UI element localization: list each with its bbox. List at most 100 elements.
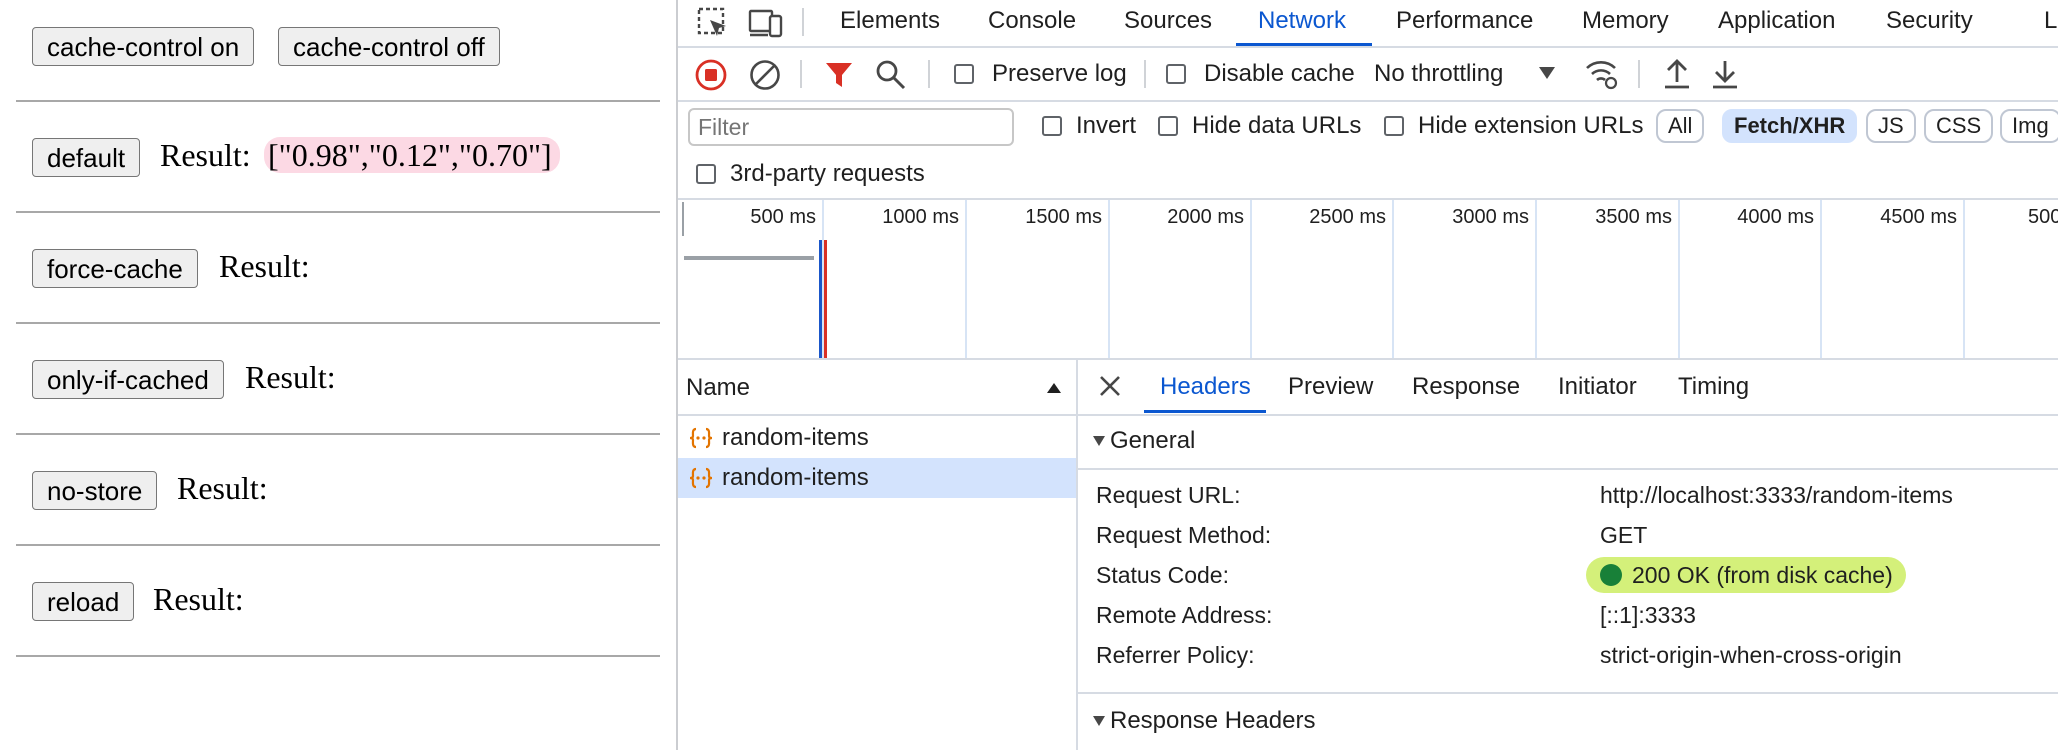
active-tab-indicator — [1144, 410, 1266, 413]
status-ok-dot-icon — [1600, 564, 1622, 586]
invert-label: Invert — [1076, 112, 1137, 139]
result-label: Result: — [245, 359, 336, 395]
divider — [16, 544, 660, 546]
tab-overflow[interactable]: L — [2044, 6, 2057, 36]
third-party-requests-label: 3rd-party requests — [730, 160, 925, 187]
request-row-selected[interactable]: random-items — [678, 458, 1076, 498]
hide-extension-urls-checkbox[interactable] — [1384, 116, 1404, 136]
result-value: ["0.98","0.12","0.70"] — [264, 137, 560, 173]
tab-response[interactable]: Response — [1412, 372, 1520, 402]
tab-headers[interactable]: Headers — [1160, 372, 1251, 402]
import-har-icon[interactable] — [1662, 58, 1692, 90]
request-url-value: http://localhost:3333/random-items — [1600, 482, 1953, 508]
timeline-gridline — [1250, 200, 1252, 358]
timeline-tick-label: 1000 ms — [882, 206, 959, 228]
reload-button[interactable]: reload — [32, 582, 135, 621]
preserve-log-checkbox[interactable] — [954, 64, 974, 84]
sort-ascending-icon[interactable] — [1046, 382, 1062, 394]
timeline-request-bar — [684, 256, 814, 260]
default-button[interactable]: default — [32, 138, 141, 177]
preserve-log-label: Preserve log — [992, 60, 1127, 87]
timeline-tick-label: 1500 ms — [1025, 206, 1102, 228]
json-fetch-icon — [689, 427, 713, 449]
divider — [678, 100, 2058, 102]
no-store-button[interactable]: no-store — [32, 471, 158, 510]
throttling-select[interactable]: No throttling — [1374, 60, 1503, 88]
tab-timing[interactable]: Timing — [1678, 372, 1749, 402]
general-section-title: General — [1110, 427, 1196, 454]
request-row[interactable]: random-items — [678, 418, 1076, 458]
invert-checkbox[interactable] — [1042, 116, 1062, 136]
tab-application[interactable]: Application — [1718, 6, 1835, 36]
status-code-value: 200 OK (from disk cache) — [1632, 562, 1893, 588]
type-filter-js[interactable]: JS — [1866, 109, 1916, 143]
tab-sources[interactable]: Sources — [1124, 6, 1212, 36]
timeline-gridline — [1535, 200, 1537, 358]
devtools-panel: Elements Console Sources Network Perform… — [676, 0, 2058, 750]
close-icon[interactable] — [1098, 374, 1122, 398]
load-event-marker — [824, 240, 827, 358]
cache-control-on-button[interactable]: cache-control on — [32, 27, 255, 66]
filter-input[interactable] — [688, 108, 1014, 146]
divider — [16, 655, 660, 657]
tab-preview[interactable]: Preview — [1288, 372, 1373, 402]
third-party-requests-checkbox[interactable] — [696, 164, 716, 184]
disable-cache-checkbox[interactable] — [1166, 64, 1186, 84]
separator — [1144, 60, 1146, 88]
tab-security[interactable]: Security — [1886, 6, 1973, 36]
only-if-cached-button[interactable]: only-if-cached — [32, 360, 224, 399]
hide-data-urls-label: Hide data URLs — [1192, 112, 1362, 139]
timeline-tick-label: 3500 ms — [1595, 206, 1672, 228]
timeline-tick-label: 500 ms — [750, 206, 816, 228]
json-fetch-icon — [689, 467, 713, 489]
type-filter-img[interactable]: Img — [2000, 109, 2058, 143]
separator — [928, 60, 930, 88]
tab-initiator[interactable]: Initiator — [1558, 372, 1637, 402]
search-icon[interactable] — [874, 58, 908, 92]
response-headers-section-title: Response Headers — [1110, 707, 1316, 734]
type-filter-all[interactable]: All — [1656, 109, 1705, 143]
divider — [1078, 468, 2058, 470]
response-headers-section-header[interactable]: Response Headers — [1078, 694, 2058, 750]
force-cache-button[interactable]: force-cache — [32, 249, 198, 288]
cache-control-off-button[interactable]: cache-control off — [278, 27, 500, 66]
hide-data-urls-checkbox[interactable] — [1158, 116, 1178, 136]
test-page: cache-control on cache-control off defau… — [0, 0, 676, 750]
devtools-tab-bar: Elements Console Sources Network Perform… — [678, 0, 2058, 46]
tab-memory[interactable]: Memory — [1582, 6, 1669, 36]
network-conditions-icon[interactable] — [1584, 56, 1620, 90]
request-method-value: GET — [1600, 522, 1648, 548]
tab-performance[interactable]: Performance — [1396, 6, 1533, 36]
filter-icon[interactable] — [824, 60, 854, 90]
result-label: Result: — [219, 248, 310, 284]
tab-network[interactable]: Network — [1258, 6, 1346, 36]
tab-elements[interactable]: Elements — [840, 6, 940, 36]
clear-icon[interactable] — [748, 58, 782, 92]
inspect-element-icon[interactable] — [696, 6, 730, 40]
request-name: random-items — [722, 464, 869, 491]
chevron-down-icon[interactable] — [1538, 66, 1556, 80]
general-section-header[interactable]: General — [1078, 416, 2058, 466]
timeline-gridline — [1963, 200, 1965, 358]
result-label: Result: — [160, 137, 251, 173]
triangle-expanded-icon — [1093, 716, 1105, 726]
timeline-tick-label: 4500 ms — [1880, 206, 1957, 228]
type-filter-css[interactable]: CSS — [1924, 109, 1994, 143]
tab-console[interactable]: Console — [988, 6, 1076, 36]
timeline-gridline — [1820, 200, 1822, 358]
timeline-tick-label: 2500 ms — [1309, 206, 1386, 228]
divider — [16, 433, 660, 435]
timeline-gridline — [1392, 200, 1394, 358]
type-filter-fetch-xhr[interactable]: Fetch/XHR — [1722, 109, 1858, 143]
export-har-icon[interactable] — [1710, 58, 1740, 90]
divider — [16, 211, 660, 213]
separator — [802, 8, 804, 36]
timeline-gridline — [1678, 200, 1680, 358]
timeline-tick-label: 4000 ms — [1737, 206, 1814, 228]
request-method-label: Request Method: — [1096, 522, 1272, 548]
divider — [16, 100, 660, 102]
referrer-policy-label: Referrer Policy: — [1096, 642, 1255, 668]
record-stop-icon[interactable] — [694, 58, 728, 92]
device-toolbar-icon[interactable] — [748, 6, 784, 40]
name-column-header[interactable]: Name — [686, 374, 750, 402]
